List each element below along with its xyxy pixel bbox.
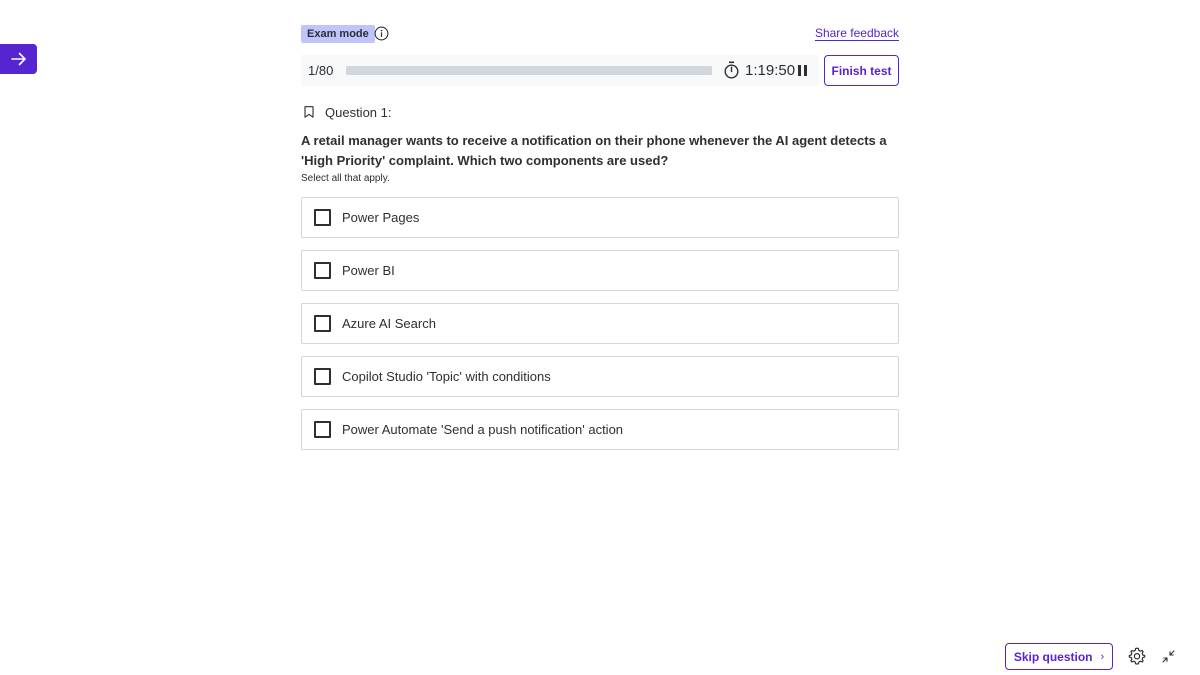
sidebar-toggle-button[interactable] xyxy=(0,44,37,74)
info-icon[interactable] xyxy=(374,26,389,41)
skip-question-label: Skip question xyxy=(1013,649,1093,664)
answer-checkbox[interactable] xyxy=(314,262,331,279)
pause-icon xyxy=(797,65,801,76)
question-number-label: Question 1: xyxy=(325,105,392,120)
skip-question-button[interactable]: Skip question › xyxy=(1005,643,1113,670)
answer-option-label: Copilot Studio 'Topic' with conditions xyxy=(342,369,551,384)
finish-test-button[interactable]: Finish test xyxy=(824,55,899,86)
answer-option[interactable]: Copilot Studio 'Topic' with conditions xyxy=(301,356,899,397)
chevron-right-icon: › xyxy=(1100,650,1105,663)
pause-button[interactable] xyxy=(795,64,809,77)
answer-checkbox[interactable] xyxy=(314,209,331,226)
exam-header: Exam mode Share feedback xyxy=(301,25,899,43)
answer-option[interactable]: Azure AI Search xyxy=(301,303,899,344)
answer-option[interactable]: Power Automate 'Send a push notification… xyxy=(301,409,899,450)
answer-option[interactable]: Power Pages xyxy=(301,197,899,238)
answer-option-label: Power Pages xyxy=(342,210,420,225)
stopwatch-icon xyxy=(724,61,739,79)
exam-status-bar: 1/80 1:19:50 xyxy=(301,55,819,86)
share-feedback-link[interactable]: Share feedback xyxy=(815,26,899,40)
pause-icon-bar xyxy=(803,65,807,76)
question-counter: 1/80 xyxy=(308,63,334,78)
answer-option-label: Azure AI Search xyxy=(342,316,436,331)
bookmark-icon[interactable] xyxy=(304,106,314,118)
arrow-right-icon xyxy=(10,52,26,66)
answer-checkbox[interactable] xyxy=(314,421,331,438)
answer-option[interactable]: Power BI xyxy=(301,250,899,291)
timer-display: 1:19:50 xyxy=(745,62,796,79)
collapse-icon[interactable] xyxy=(1162,650,1175,663)
progress-bar xyxy=(346,66,712,75)
question-instruction: Select all that apply. xyxy=(301,173,390,184)
question-prompt: A retail manager wants to receive a noti… xyxy=(301,133,887,168)
answer-option-label: Power Automate 'Send a push notification… xyxy=(342,422,624,437)
gear-icon[interactable] xyxy=(1128,647,1146,665)
answer-option-label: Power BI xyxy=(342,263,395,278)
answer-checkbox[interactable] xyxy=(314,368,331,385)
answer-checkbox[interactable] xyxy=(314,315,331,332)
exam-mode-badge: Exam mode xyxy=(301,25,375,43)
